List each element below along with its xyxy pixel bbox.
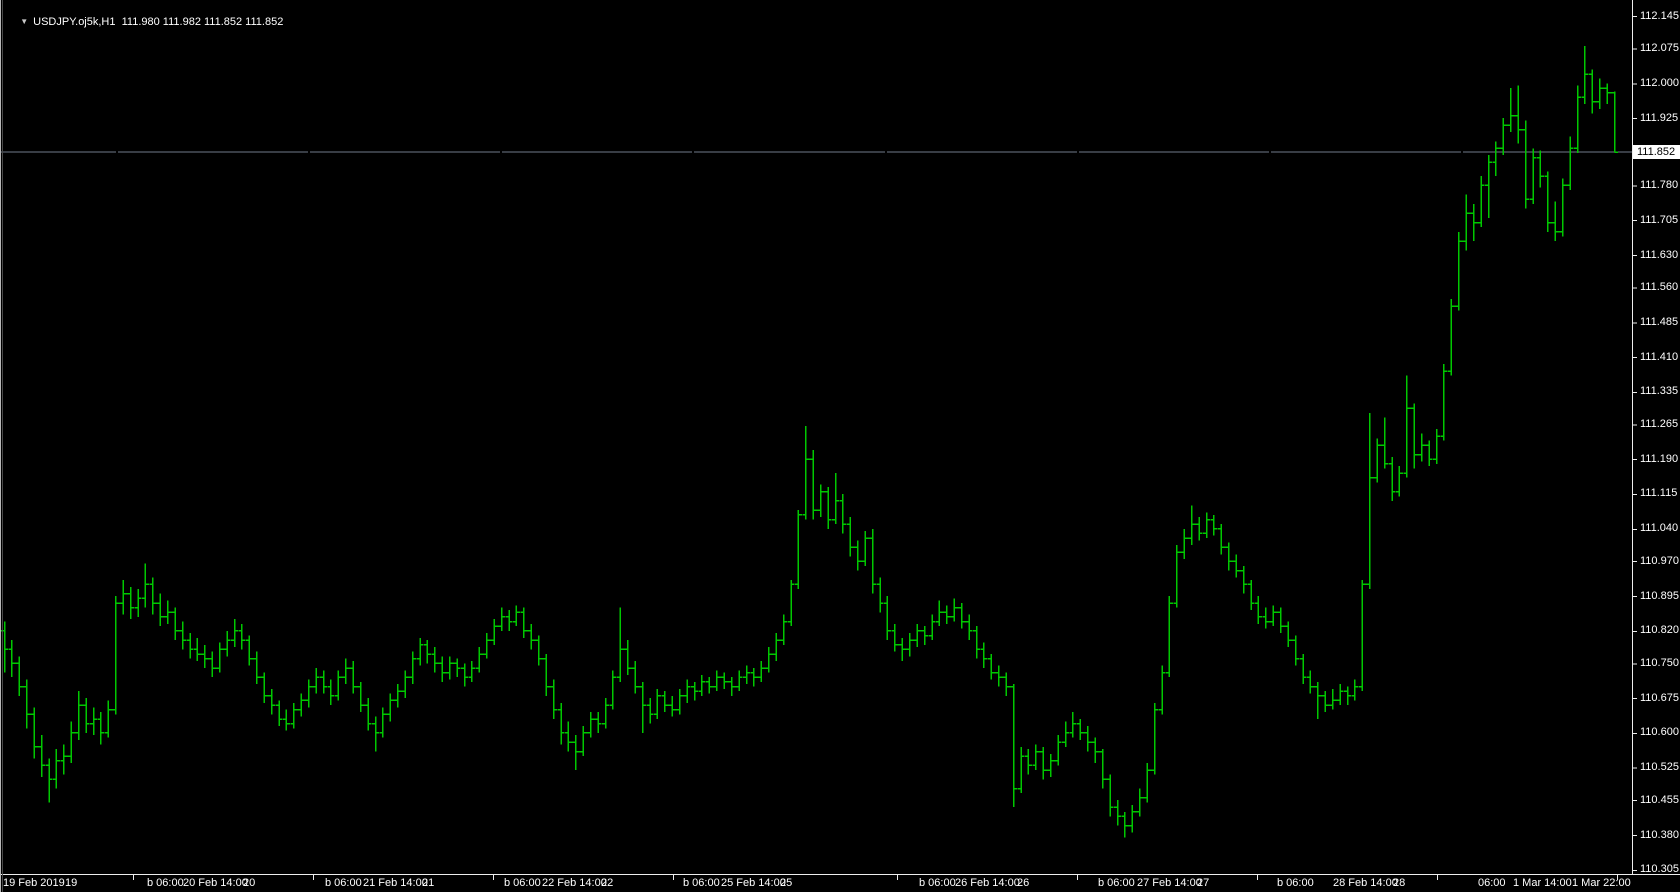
- price-label: 111.560: [1640, 281, 1679, 293]
- price-label: 111.485: [1640, 316, 1679, 328]
- price-label: 111.410: [1640, 351, 1679, 363]
- time-label: b 06:00: [683, 877, 720, 889]
- window-left-border: [0, 0, 1, 892]
- bid-line-notch: [1461, 150, 1463, 153]
- symbol-label: USDJPY.oj5k,H1: [33, 16, 116, 28]
- time-label: 28: [1393, 877, 1406, 889]
- time-label: 20 Feb 14:00: [183, 877, 248, 889]
- time-label: 19 Feb 2019: [3, 877, 65, 889]
- time-label: 25: [780, 877, 793, 889]
- current-price-tag: 111.852: [1633, 145, 1680, 159]
- price-label: 112.075: [1640, 42, 1679, 54]
- price-label: 111.630: [1640, 249, 1679, 261]
- price-label: 112.000: [1640, 77, 1679, 89]
- price-label: 110.895: [1640, 590, 1679, 602]
- time-label: 27 Feb 14:00: [1137, 877, 1202, 889]
- price-label: 110.455: [1640, 794, 1679, 806]
- time-label: b 06:00: [1277, 877, 1314, 889]
- time-label: 25 Feb 14:00: [721, 877, 786, 889]
- time-label: 1 Mar 14:00: [1513, 877, 1572, 889]
- time-label: 20: [243, 877, 256, 889]
- time-label: 21: [422, 877, 435, 889]
- bid-line-notch: [1077, 150, 1079, 153]
- time-label: 06:00: [1478, 877, 1506, 889]
- chart-window: ▼ USDJPY.oj5k,H1 111.980 111.982 111.852 …: [0, 0, 1680, 892]
- current-price-label: 111.852: [1637, 146, 1676, 158]
- price-label: 110.970: [1640, 555, 1679, 567]
- bid-line-notch: [500, 150, 502, 153]
- bid-line-notch: [116, 150, 118, 153]
- price-label: 110.305: [1640, 863, 1679, 875]
- time-label: b 06:00: [147, 877, 184, 889]
- ohlc-bars: [0, 46, 1619, 838]
- price-label: 110.600: [1640, 726, 1679, 738]
- time-label: b 06:00: [325, 877, 362, 889]
- bid-line-notch: [692, 150, 694, 153]
- time-label: 1 Mar 22:00: [1572, 877, 1631, 889]
- bid-line-notch: [1269, 150, 1271, 153]
- time-label: b 06:00: [919, 877, 956, 889]
- price-label: 111.040: [1640, 522, 1679, 534]
- price-label: 111.265: [1640, 418, 1679, 430]
- price-label: 111.190: [1640, 453, 1679, 465]
- time-label: 19: [65, 877, 78, 889]
- time-label: 22 Feb 14:00: [542, 877, 607, 889]
- time-label: 26 Feb 14:00: [955, 877, 1020, 889]
- bid-line-notch: [308, 150, 310, 153]
- price-label: 110.750: [1640, 657, 1679, 669]
- time-label: b 06:00: [504, 877, 541, 889]
- time-label: 21 Feb 14:00: [363, 877, 428, 889]
- symbol-marker-icon: ▼: [20, 17, 29, 26]
- price-label: 111.780: [1640, 179, 1679, 191]
- price-label: 112.145: [1640, 10, 1679, 22]
- time-label: 27: [1197, 877, 1210, 889]
- time-label: 26: [1017, 877, 1030, 889]
- price-label: 110.675: [1640, 692, 1679, 704]
- price-label: 110.525: [1640, 761, 1679, 773]
- price-label: 111.335: [1640, 385, 1679, 397]
- price-chart-canvas[interactable]: [0, 0, 1680, 892]
- price-label: 111.925: [1640, 112, 1679, 124]
- ohlc-readout: 111.980 111.982 111.852 111.852: [121, 16, 284, 28]
- price-label: 110.820: [1640, 624, 1679, 636]
- price-label: 110.380: [1640, 829, 1679, 841]
- price-label: 111.705: [1640, 214, 1679, 226]
- chart-header: ▼ USDJPY.oj5k,H1 111.980 111.982 111.852 …: [8, 4, 283, 28]
- bid-line-notch: [885, 150, 887, 153]
- time-label: b 06:00: [1098, 877, 1135, 889]
- price-label: 111.115: [1640, 487, 1678, 499]
- time-label: 22: [601, 877, 614, 889]
- window-left-border-shadow: [2, 0, 3, 892]
- time-label: 28 Feb 14:00: [1333, 877, 1398, 889]
